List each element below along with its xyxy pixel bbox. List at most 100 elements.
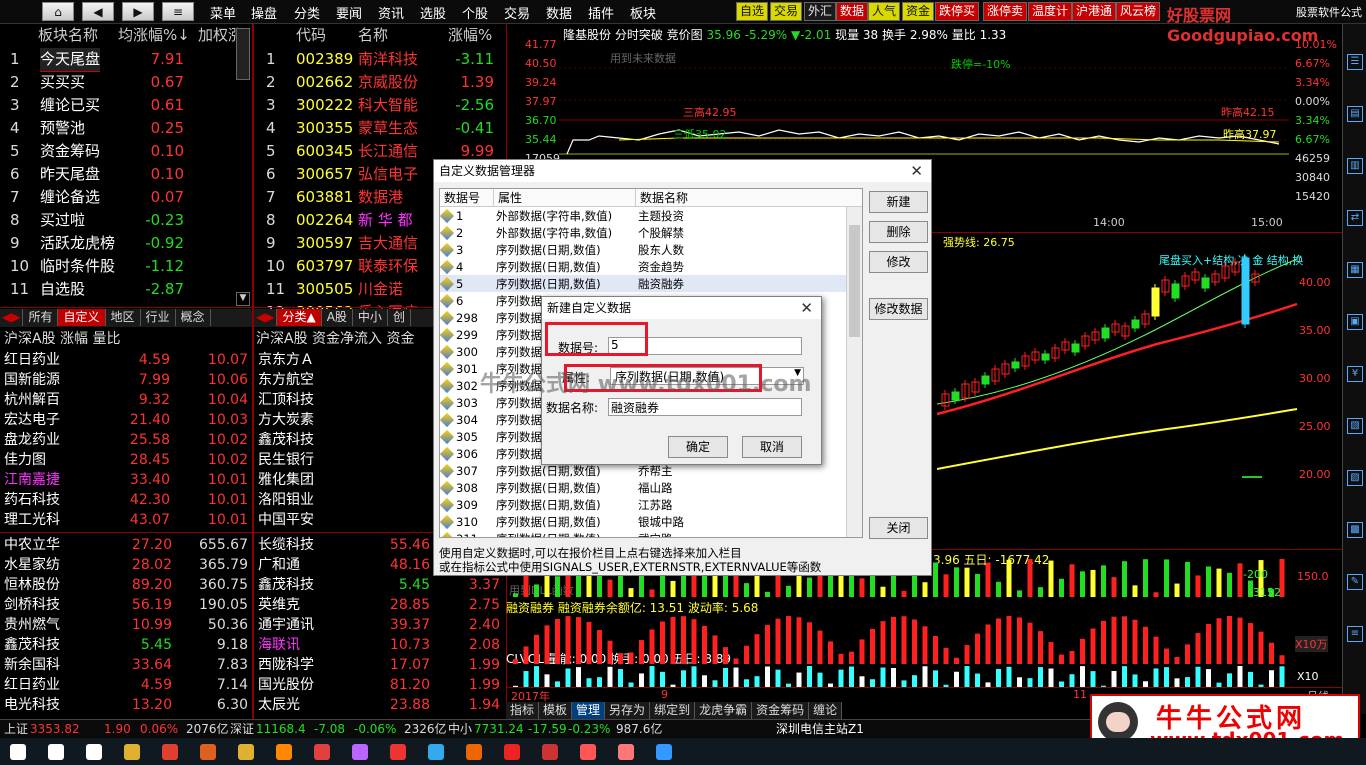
sector-row[interactable]: 1 今天尾盘 7.91 xyxy=(0,48,236,72)
indicator-tab[interactable]: 指标 xyxy=(506,702,540,719)
delete-button[interactable]: 删除 xyxy=(869,221,928,243)
menu-item[interactable]: 资讯 xyxy=(378,3,404,22)
data-list-row[interactable]: 1 外部数据(字符串,数值) 主题投资 xyxy=(440,207,862,224)
task-view-icon[interactable] xyxy=(86,744,102,760)
stock-row[interactable]: 1 002389 南洋科技 -3.11 xyxy=(254,48,504,71)
search-icon[interactable] xyxy=(48,744,64,760)
stock-row[interactable]: 4 300355 蒙草生态 -0.41 xyxy=(254,117,504,140)
pencil-icon[interactable]: ✎ xyxy=(1347,574,1363,590)
quick-button[interactable]: 跌停买 xyxy=(935,2,980,21)
fiz-icon[interactable]: ▧ xyxy=(1347,418,1363,434)
app-icon[interactable] xyxy=(352,744,368,760)
money-icon[interactable]: ¥ xyxy=(1347,366,1363,382)
quick-button[interactable]: 涨停卖 xyxy=(983,2,1028,21)
col-header[interactable]: 板块名称 xyxy=(38,24,98,47)
f5-icon[interactable]: ▨ xyxy=(1347,470,1363,486)
quick-button[interactable]: 风云榜 xyxy=(1116,2,1161,21)
rank-row[interactable]: 药石科技 42.30 10.01 xyxy=(0,490,252,510)
tab-custom[interactable]: 自定义 xyxy=(58,309,106,326)
indicator-tab[interactable]: 资金筹码 xyxy=(752,702,810,719)
chrome-icon[interactable] xyxy=(162,744,178,760)
tab-sme[interactable]: 中小 xyxy=(353,309,388,326)
app-icon[interactable] xyxy=(314,744,330,760)
close-icon[interactable]: ✕ xyxy=(800,299,813,317)
rank-row[interactable]: 国光股份 81.20 1.99 xyxy=(254,675,504,695)
home-icon[interactable]: ⌂ xyxy=(42,2,74,21)
menu-item[interactable]: 插件 xyxy=(588,3,614,22)
data-list-row[interactable]: 5 序列数据(日期,数值) 融资融券 xyxy=(440,275,862,292)
rank-row[interactable]: 盘龙药业 25.58 10.02 xyxy=(0,430,252,450)
sector-row[interactable]: 8 买过啦 -0.23 xyxy=(0,209,236,232)
chart-icon[interactable]: ▤ xyxy=(1347,106,1363,122)
app-icon[interactable] xyxy=(504,744,520,760)
quick-button[interactable]: 沪港通 xyxy=(1072,2,1117,21)
app-icon[interactable] xyxy=(428,744,444,760)
sector-row[interactable]: 11 自选股 -2.87 xyxy=(0,278,236,301)
close-button[interactable]: 关闭 xyxy=(869,517,928,539)
edit-data-button[interactable]: 修改数据 xyxy=(869,298,928,320)
rank-row[interactable]: 佳力图 28.45 10.02 xyxy=(0,450,252,470)
folder-icon[interactable] xyxy=(238,744,254,760)
tab-a-share[interactable]: A股 xyxy=(322,309,353,326)
rank-row[interactable]: 海联讯 10.73 2.08 xyxy=(254,635,504,655)
menu-item[interactable]: 分类 xyxy=(294,3,320,22)
bars-icon[interactable]: ▥ xyxy=(1347,158,1363,174)
rank-row[interactable]: 鑫茂科技 5.45 3.37 xyxy=(254,575,504,595)
menu-item[interactable]: 要闻 xyxy=(336,3,362,22)
stock-row[interactable]: 3 300222 科大智能 -2.56 xyxy=(254,94,504,117)
data-list-row[interactable]: 4 序列数据(日期,数值) 资金趋势 xyxy=(440,258,862,275)
chevron-down-icon[interactable]: ▼ xyxy=(236,292,250,306)
indicator-tab[interactable]: 龙虎争霸 xyxy=(695,702,753,719)
rank-row[interactable]: 西陇科学 17.07 1.99 xyxy=(254,655,504,675)
new-button[interactable]: 新建 xyxy=(869,191,928,213)
scrollbar[interactable] xyxy=(846,207,862,537)
close-icon[interactable]: ✕ xyxy=(910,162,923,180)
menu-expand-icon[interactable]: ≡ xyxy=(162,2,194,21)
rank-row[interactable]: 江南嘉捷 33.40 10.01 xyxy=(0,470,252,490)
rank-row[interactable]: 鑫茂科技 5.45 9.18 xyxy=(0,635,252,655)
indicator-tab[interactable]: 模板 xyxy=(539,702,573,719)
back-icon[interactable]: ◀ xyxy=(82,2,114,21)
list-icon[interactable]: ☰ xyxy=(1347,54,1363,70)
rank-row[interactable]: 太辰光 23.88 1.94 xyxy=(254,695,504,715)
col-header[interactable]: 属性 xyxy=(494,189,636,206)
sector-row[interactable]: 9 活跃龙虎榜 -0.92 xyxy=(0,232,236,255)
app-icon[interactable] xyxy=(276,744,292,760)
quick-button[interactable]: 人气 xyxy=(868,2,901,21)
col-header[interactable]: 数据名称 xyxy=(636,189,846,206)
rank-row[interactable]: 贵州燃气 10.99 50.36 xyxy=(0,615,252,635)
quick-button[interactable]: 资金 xyxy=(902,2,935,21)
sme-label[interactable]: 中小 xyxy=(448,720,472,738)
sector-row[interactable]: 4 预警池 0.25 xyxy=(0,117,236,140)
sector-row[interactable]: 6 昨天尾盘 0.10 xyxy=(0,163,236,186)
app-icon[interactable] xyxy=(580,744,596,760)
col-header[interactable]: 涨幅% xyxy=(448,24,492,47)
app-icon[interactable] xyxy=(656,744,672,760)
col-header[interactable]: 均涨幅%↓ xyxy=(118,24,190,47)
quick-button[interactable]: 温度计 xyxy=(1028,2,1073,21)
f6-icon[interactable]: ▩ xyxy=(1347,522,1363,538)
stock-row[interactable]: 2 002662 京威股份 1.39 xyxy=(254,71,504,94)
quick-button[interactable]: 外汇 xyxy=(804,2,837,21)
menu-item[interactable]: 数据 xyxy=(546,3,572,22)
rank-row[interactable]: 中农立华 27.20 655.67 xyxy=(0,535,252,555)
data-list-row[interactable]: 310 序列数据(日期,数值) 银城中路 xyxy=(440,513,862,530)
folder-icon[interactable] xyxy=(124,744,140,760)
indicator-tab[interactable]: 绑定到 xyxy=(650,702,696,719)
quick-button[interactable]: 交易 xyxy=(770,2,803,21)
rank-row[interactable]: 恒林股份 89.20 360.75 xyxy=(0,575,252,595)
kline-chart[interactable] xyxy=(937,244,1307,544)
menu-item[interactable]: 个股 xyxy=(462,3,488,22)
f10-icon[interactable]: ▣ xyxy=(1347,314,1363,330)
data-list-row[interactable]: 3 序列数据(日期,数值) 股东人数 xyxy=(440,241,862,258)
line-icon[interactable]: ⇄ xyxy=(1347,210,1363,226)
col-header[interactable]: 名称 xyxy=(358,24,388,47)
app-icon[interactable] xyxy=(390,744,406,760)
rank-row[interactable]: 剑桥科技 56.19 190.05 xyxy=(0,595,252,615)
tab-gem[interactable]: 创 xyxy=(388,309,411,326)
menu-item[interactable]: 菜单 xyxy=(210,3,236,22)
grid-icon[interactable]: ▦ xyxy=(1347,262,1363,278)
rank-row[interactable]: 英维克 28.85 2.75 xyxy=(254,595,504,615)
sz-label[interactable]: 深证 xyxy=(230,720,254,738)
menu-item[interactable]: 操盘 xyxy=(251,3,277,22)
